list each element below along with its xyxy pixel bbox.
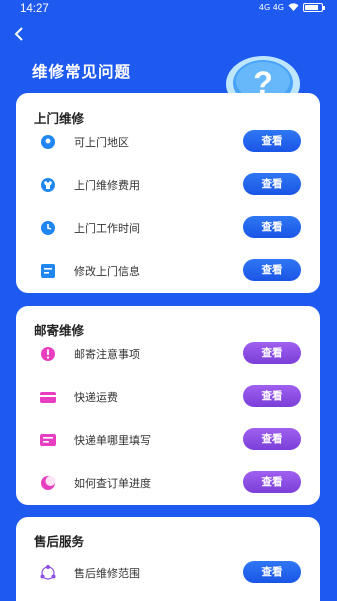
view-button[interactable]: 查看 xyxy=(243,561,301,583)
moon-icon xyxy=(41,476,56,490)
list-item: 快递单哪里填写 查看 xyxy=(16,426,320,454)
page-title: 维修常见问题 xyxy=(32,63,132,81)
form-icon xyxy=(40,434,56,446)
clock-icon xyxy=(41,221,55,235)
back-button[interactable] xyxy=(14,27,24,45)
list-item: 邮寄注意事项 查看 xyxy=(16,340,320,368)
list-item: 售后维修范围 查看 xyxy=(16,559,320,587)
item-label: 可上门地区 xyxy=(74,136,129,149)
wifi-icon xyxy=(288,3,299,11)
view-button[interactable]: 查看 xyxy=(243,130,301,152)
battery-icon xyxy=(303,3,325,12)
section-card-onsite: 上门维修 可上门地区 查看 上门维修费用 查看 上门工作时间 查看 修改上门信息… xyxy=(16,93,320,293)
alert-icon xyxy=(41,347,55,361)
item-label: 上门维修费用 xyxy=(74,179,140,192)
section-card-aftersales: 售后服务 售后维修范围 查看 xyxy=(16,517,320,601)
view-button[interactable]: 查看 xyxy=(243,342,301,364)
list-item: 如何查订单进度 查看 xyxy=(16,469,320,497)
item-label: 上门工作时间 xyxy=(74,222,140,235)
location-icon xyxy=(41,135,55,149)
list-item: 修改上门信息 查看 xyxy=(16,257,320,285)
item-label: 如何查订单进度 xyxy=(74,477,151,490)
view-button[interactable]: 查看 xyxy=(243,173,301,195)
network-icon xyxy=(40,565,56,580)
tshirt-icon xyxy=(41,178,55,192)
section-title: 售后服务 xyxy=(34,534,85,549)
signal-label: 4G 4G xyxy=(258,3,284,12)
item-label: 邮寄注意事项 xyxy=(74,348,140,361)
card-icon xyxy=(40,392,56,403)
section-card-mail: 邮寄维修 邮寄注意事项 查看 快递运费 查看 快递单哪里填写 查看 如何查订单进… xyxy=(16,306,320,505)
list-item: 可上门地区 查看 xyxy=(16,128,320,156)
list-item: 上门维修费用 查看 xyxy=(16,171,320,199)
status-bar: 14:27 4G 4G xyxy=(0,0,337,20)
view-button[interactable]: 查看 xyxy=(243,216,301,238)
list-item: 上门工作时间 查看 xyxy=(16,214,320,242)
item-label: 修改上门信息 xyxy=(74,265,140,278)
section-title: 上门维修 xyxy=(34,111,85,126)
view-button[interactable]: 查看 xyxy=(243,385,301,407)
view-button[interactable]: 查看 xyxy=(243,259,301,281)
edit-icon xyxy=(41,264,55,278)
item-label: 快递运费 xyxy=(74,391,118,404)
status-icons: 4G 4G xyxy=(258,3,325,12)
section-title: 邮寄维修 xyxy=(34,323,85,338)
item-label: 售后维修范围 xyxy=(74,567,140,580)
view-button[interactable]: 查看 xyxy=(243,428,301,450)
view-button[interactable]: 查看 xyxy=(243,471,301,493)
chevron-left-icon xyxy=(14,27,23,41)
list-item: 快递运费 查看 xyxy=(16,383,320,411)
item-label: 快递单哪里填写 xyxy=(74,434,151,447)
status-time: 14:27 xyxy=(20,3,49,15)
